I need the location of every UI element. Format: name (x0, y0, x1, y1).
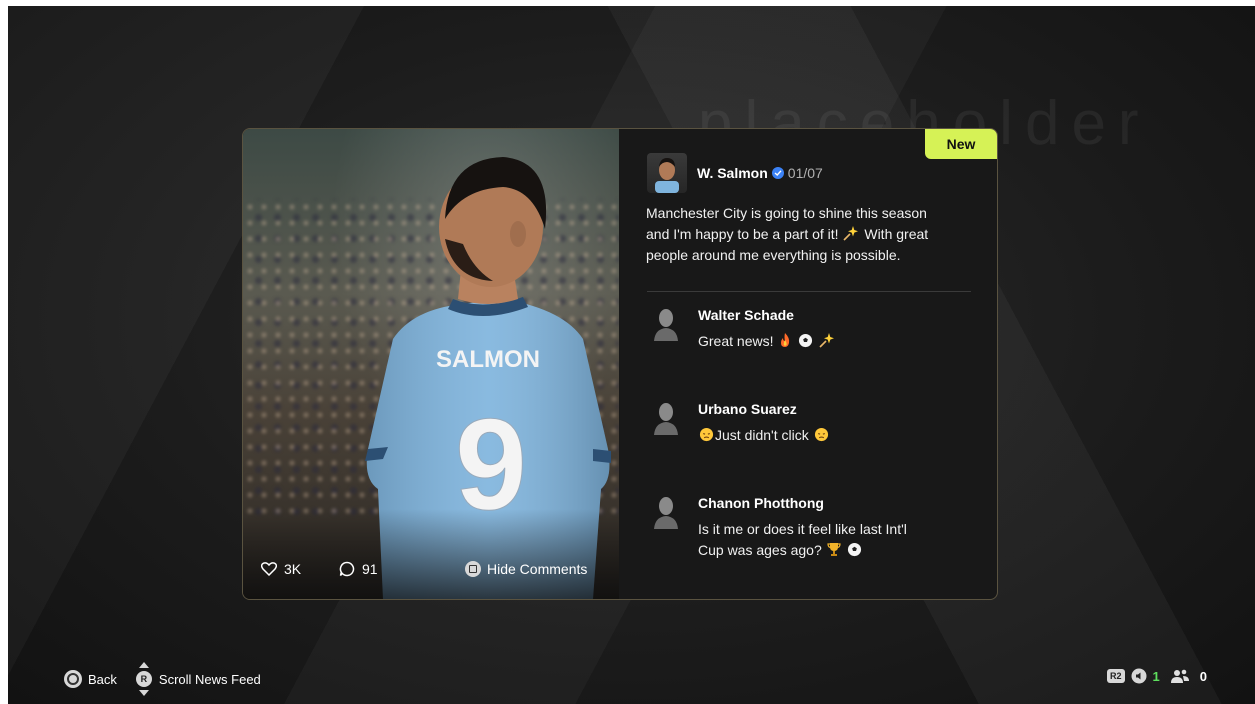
comment-bubble-icon (339, 561, 355, 577)
scroll-news-feed-hint[interactable]: Scroll News Feed (159, 672, 261, 687)
comments-count: 91 (362, 561, 378, 577)
default-avatar-icon (654, 497, 678, 529)
hide-comments-button[interactable]: Hide Comments (465, 561, 587, 577)
voice-count: 1 (1152, 668, 1160, 684)
comment-author: Walter Schade (698, 307, 794, 323)
sparkle-emoji-icon (843, 226, 859, 241)
screen-background: placeholder SALMON 9 3K 91 Hide Comments… (8, 6, 1255, 704)
sparkle-emoji-icon (819, 333, 835, 348)
comment-author: Chanon Photthong (698, 495, 824, 511)
new-badge: New (925, 129, 997, 159)
post-photo: SALMON 9 3K 91 Hide Comments (243, 129, 619, 599)
disappointed-face-emoji-icon (814, 427, 828, 442)
post-text: Manchester City is going to shine this s… (646, 203, 966, 266)
party-icon (1170, 669, 1189, 683)
comment-text: Great news! (698, 331, 938, 352)
footer-controls: Back R Scroll News Feed (64, 662, 261, 696)
post-text-line-2a: and I'm happy to be a part of it! (646, 226, 839, 242)
soccer-ball-emoji-icon (847, 542, 861, 557)
verified-check-icon (771, 167, 784, 179)
jersey-name: SALMON (436, 346, 540, 373)
comments-divider (647, 291, 971, 292)
default-avatar-icon (654, 309, 678, 341)
right-stick-icon: R (135, 662, 153, 696)
circle-button-icon (64, 670, 82, 688)
comment-author: Urbano Suarez (698, 401, 797, 417)
disappointed-face-emoji-icon (699, 427, 714, 442)
author-avatar (647, 153, 687, 193)
author-name: W. Salmon (697, 165, 768, 181)
post-author: W. Salmon 01/07 (647, 153, 823, 193)
speaker-icon (1131, 668, 1147, 684)
likes-count: 3K (284, 561, 302, 577)
comments-button[interactable]: 91 (339, 561, 378, 577)
news-post-card: SALMON 9 3K 91 Hide Comments New W. Salm… (242, 128, 998, 600)
hide-comments-label: Hide Comments (487, 561, 588, 577)
post-date: 01/07 (787, 165, 823, 181)
post-text-line-1: Manchester City is going to shine this s… (646, 205, 927, 221)
post-panel: New W. Salmon 01/07 Manchester City is g… (619, 129, 997, 599)
trophy-emoji-icon (827, 543, 841, 556)
heart-icon (261, 562, 277, 576)
party-count: 0 (1199, 668, 1207, 684)
status-indicators: R2 1 0 (1107, 668, 1207, 684)
comment-text: Just didn't click (698, 425, 938, 446)
back-button[interactable]: Back (88, 672, 117, 687)
default-avatar-icon (654, 403, 678, 435)
post-text-line-2b: With great (864, 226, 929, 242)
post-text-line-3: people around me everything is possible. (646, 247, 901, 263)
r2-button-icon: R2 (1107, 669, 1125, 683)
comment-text: Is it me or does it feel like last Int'l… (698, 521, 907, 558)
like-button[interactable]: 3K (261, 561, 301, 577)
fire-emoji-icon (781, 333, 790, 347)
post-stats-bar: 3K 91 Hide Comments (243, 561, 619, 587)
square-button-icon (465, 561, 481, 577)
soccer-ball-emoji-icon (799, 333, 813, 348)
